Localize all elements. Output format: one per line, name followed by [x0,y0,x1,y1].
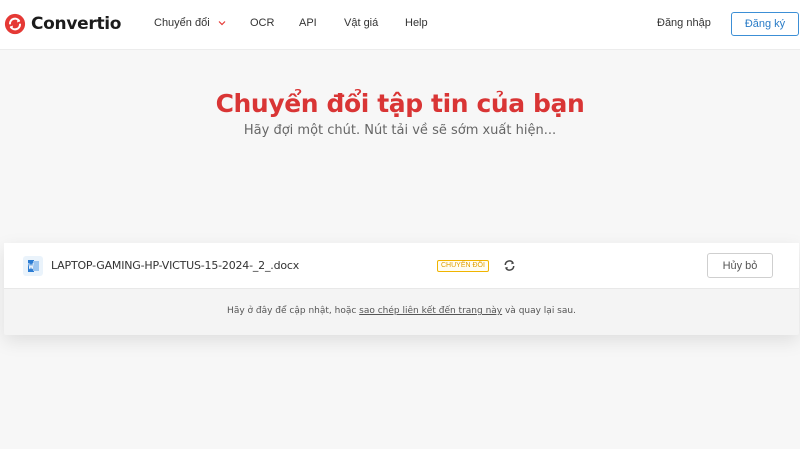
info-suffix: và quay lại sau. [502,306,576,316]
nav-item-pricing[interactable]: Vật giá [344,17,378,29]
login-link[interactable]: Đăng nhập [657,17,711,29]
top-header: Convertio Chuyển đổi OCR API Vật giá Hel… [0,0,800,50]
nav-item-help[interactable]: Help [405,17,428,29]
nav-item-api[interactable]: API [299,17,317,29]
brand-name: Convertio [31,14,122,34]
refresh-icon [504,260,515,271]
page-title: Chuyển đổi tập tin của bạn [215,89,585,118]
word-doc-icon [23,256,43,276]
nav-item-label: Chuyển đổi [154,17,210,29]
nav-item-label: Vật giá [344,17,379,29]
brand-logo[interactable]: Convertio [4,11,121,37]
nav-item-convert[interactable]: Chuyển đổi [154,17,226,29]
cancel-button[interactable]: Hủy bỏ [707,253,773,278]
page-subtitle: Hãy đợi một chút. Nút tải về sẽ sớm xuất… [243,123,557,138]
file-name: LAPTOP-GAMING-HP-VICTUS-15-2024-_2_.docx [51,259,300,272]
nav-item-label: OCR [250,17,275,29]
nav-item-label: API [299,17,317,29]
info-message: Hãy ở đây để cập nhật, hoặc sao chép liê… [4,306,799,316]
nav-item-label: Help [405,17,428,29]
signup-button[interactable]: Đăng ký [731,12,799,36]
nav-item-ocr[interactable]: OCR [250,17,274,29]
file-row: LAPTOP-GAMING-HP-VICTUS-15-2024-_2_.docx… [4,243,799,289]
chevron-down-icon [218,21,226,26]
info-prefix: Hãy ở đây để cập nhật, hoặc [227,306,360,316]
convertio-logo-icon [4,13,26,35]
status-badge: CHUYỂN ĐỔI [437,260,489,272]
file-panel: LAPTOP-GAMING-HP-VICTUS-15-2024-_2_.docx… [4,243,799,335]
copy-link[interactable]: sao chép liên kết đến trang này [359,306,502,316]
